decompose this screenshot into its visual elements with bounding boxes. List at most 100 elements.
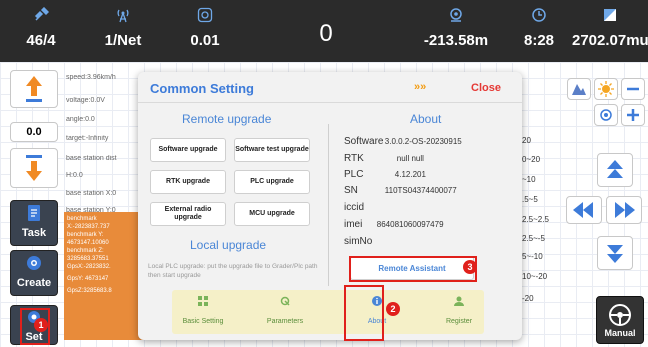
network-mode: 1/Net (104, 32, 142, 49)
about-key: PLC (344, 169, 364, 180)
about-value: null null (396, 154, 424, 163)
benchmark-line: X:-2823837.737 (67, 224, 110, 230)
arrow-up-icon (26, 76, 42, 102)
move-down-button[interactable] (597, 236, 633, 270)
compass-icon (27, 256, 41, 270)
target-icon (164, 6, 246, 24)
signal-tower-icon (82, 6, 164, 24)
precision-status: 0.01 (164, 0, 246, 62)
center-value: 0 (319, 20, 333, 47)
arrow-down-icon (26, 155, 42, 181)
tab-register[interactable]: Register (428, 290, 490, 334)
tab-parameters[interactable]: Parameters (254, 290, 316, 334)
legend-range: 5~-10 (522, 252, 543, 261)
move-up-button[interactable] (597, 153, 633, 187)
benchmark-line: 3285683.37551 (67, 256, 109, 262)
task-button[interactable]: Task (10, 200, 58, 246)
annotation-box (344, 285, 384, 341)
satellite-status: 46/4 (0, 0, 82, 62)
about-key: simNo (344, 236, 373, 247)
legend-range: .5~5 (522, 195, 538, 204)
about-value: 110TS04374400077 (384, 186, 457, 195)
header-divider (138, 102, 522, 103)
minus-icon (627, 87, 639, 91)
manual-label: Manual (604, 327, 636, 338)
close-button[interactable]: Close (471, 82, 501, 94)
about-sn-row: SN 110TS04374400077 (344, 185, 457, 196)
plus-icon (627, 109, 639, 121)
zoom-out-button[interactable] (621, 78, 645, 100)
double-chevron-up-icon (607, 160, 623, 178)
move-left-button[interactable] (566, 196, 602, 224)
tab-basic-setting[interactable]: Basic Setting (172, 290, 234, 334)
about-key: Software (344, 136, 384, 147)
legend-range: -20 (522, 294, 534, 303)
annotation-badge: 1 (34, 318, 48, 332)
legend-range: 2.5~-5 (522, 234, 545, 243)
double-chevron-right-icon (615, 202, 635, 218)
time-value: 8:28 (523, 32, 555, 49)
benchmark-line: 4673147.10060 (67, 240, 109, 246)
satellite-count: 46/4 (26, 32, 56, 49)
user-icon (428, 296, 490, 308)
benchmark-line: benchmark Y: (67, 232, 104, 238)
legend-range: 2.5~2.5 (522, 215, 549, 224)
common-setting-dialog: Common Setting »» Close Remote upgrade S… (138, 72, 522, 340)
brightness-button[interactable] (594, 78, 618, 100)
raise-button[interactable] (10, 70, 58, 108)
about-value: 3.0.0.2-OS-20230915 (384, 137, 462, 146)
create-label: Create (16, 277, 52, 289)
legend-range: 0~20 (522, 155, 541, 164)
benchmark-line: GpsX:-2823832. (67, 264, 111, 270)
about-value: 4.12.201 (394, 170, 426, 179)
precision-value: 0.01 (190, 32, 220, 49)
square-icon (572, 6, 648, 24)
software-upgrade-button[interactable]: Software upgrade (150, 138, 226, 162)
benchmark-line: benchmark Z: (67, 248, 104, 254)
lower-button[interactable] (10, 148, 58, 188)
sun-icon (598, 81, 614, 97)
location-pin-icon (406, 6, 506, 24)
column-divider (328, 124, 329, 286)
chevron-right-icon[interactable]: »» (414, 81, 426, 93)
benchmark-line: benchmark (67, 216, 97, 222)
about-plc-row: PLC 4.12.201 (344, 169, 426, 180)
software-test-upgrade-button[interactable]: Software test upgrade (234, 138, 310, 162)
crosshair-icon (600, 109, 612, 121)
create-button[interactable]: Create (10, 250, 58, 296)
about-key: RTK (344, 153, 364, 164)
rtk-upgrade-button[interactable]: RTK upgrade (150, 170, 226, 194)
offset-value[interactable]: 0.0 (10, 122, 58, 142)
plc-upgrade-button[interactable]: PLC upgrade (234, 170, 310, 194)
about-iccid-row: iccid (344, 202, 382, 213)
local-upgrade-description: Local PLC upgrade: put the upgrade file … (148, 263, 318, 279)
benchmark-line: GpsZ:3285683.8 (67, 288, 112, 294)
document-icon (28, 205, 40, 221)
tab-label: Basic Setting (182, 318, 224, 325)
annotation-badge: 2 (386, 302, 400, 316)
move-right-button[interactable] (606, 196, 642, 224)
annotation-box (349, 256, 477, 282)
annotation-badge: 3 (463, 260, 477, 274)
satellite-icon (0, 6, 82, 24)
legend-range: 20 (522, 136, 531, 145)
dialog-tab-bar: Basic Setting Parameters About Register (172, 290, 484, 334)
double-chevron-left-icon (573, 202, 593, 218)
manual-button[interactable]: Manual (596, 296, 644, 344)
about-rtk-row: RTK null null (344, 153, 424, 164)
wrench-icon (254, 296, 316, 308)
zoom-in-button[interactable] (621, 104, 645, 126)
mcu-upgrade-button[interactable]: MCU upgrade (234, 202, 310, 226)
layer-button[interactable] (567, 78, 591, 100)
steering-wheel-icon (609, 303, 631, 326)
external-radio-upgrade-button[interactable]: External radio upgrade (150, 202, 226, 226)
center-readout: 0 (246, 0, 406, 62)
about-key: iccid (344, 202, 365, 213)
task-label: Task (21, 227, 47, 239)
about-imei-row: imei 864081060097479 (344, 219, 444, 230)
mountain-icon (572, 84, 586, 95)
legend-range: 10~-20 (522, 272, 548, 281)
clock-icon (506, 6, 572, 24)
area-value: 2702.07mu (572, 32, 648, 49)
locate-button[interactable] (594, 104, 618, 126)
